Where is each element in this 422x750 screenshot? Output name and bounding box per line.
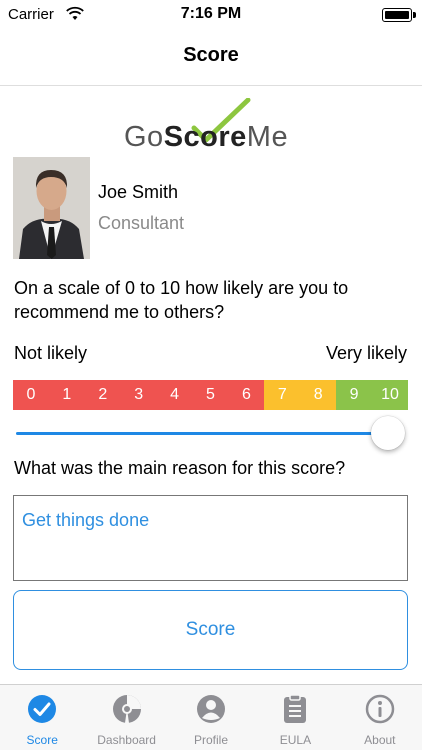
goscoreme-logo: GoScoreMe xyxy=(124,98,299,154)
score-slider[interactable] xyxy=(16,416,406,452)
scale-cell-1: 1 xyxy=(48,380,85,410)
scale-high-label: Very likely xyxy=(325,343,407,363)
tab-label: Score xyxy=(26,733,58,747)
tab-label: Profile xyxy=(194,733,229,747)
dashboard-pie-icon xyxy=(112,695,141,723)
navigation-bar: Score xyxy=(0,30,422,86)
tab-eula[interactable]: EULA xyxy=(253,685,337,750)
tab-about[interactable]: About xyxy=(338,685,422,750)
scale-cell-4: 4 xyxy=(156,380,193,410)
score-scale: 0 1 2 3 4 5 6 7 8 9 10 xyxy=(13,380,408,410)
status-time: 7:16 PM xyxy=(180,5,242,22)
scale-cell-9: 9 xyxy=(336,380,373,410)
status-bar: Carrier 7:16 PM xyxy=(0,0,422,30)
tab-label: Dashboard xyxy=(97,733,156,747)
reason-question: What was the main reason for this score? xyxy=(14,458,346,478)
scale-cell-10: 10 xyxy=(372,380,408,410)
scale-cell-2: 2 xyxy=(84,380,121,410)
page-title: Score xyxy=(183,44,239,66)
score-button[interactable]: Score xyxy=(13,590,408,670)
profile-person-icon xyxy=(197,695,226,723)
reason-input-value: Get things done xyxy=(22,510,150,530)
scale-cell-7: 7 xyxy=(264,380,301,410)
clipboard-icon xyxy=(284,694,307,723)
avatar xyxy=(13,157,90,259)
tab-bar: Score Dashboard Profile EULA About xyxy=(0,684,422,750)
slider-track[interactable] xyxy=(16,432,388,435)
tab-score[interactable]: Score xyxy=(0,685,84,750)
battery-icon xyxy=(382,8,416,22)
logo-wordmark: GoScoreMe xyxy=(124,121,289,153)
slider-thumb[interactable] xyxy=(371,416,405,450)
info-icon xyxy=(365,694,395,724)
tab-dashboard[interactable]: Dashboard xyxy=(84,685,168,750)
scale-cell-6: 6 xyxy=(228,380,265,410)
tab-profile[interactable]: Profile xyxy=(169,685,253,750)
profile-role: Consultant xyxy=(98,213,185,233)
scale-cell-8: 8 xyxy=(300,380,337,410)
check-circle-icon xyxy=(28,695,57,723)
scale-cell-5: 5 xyxy=(192,380,229,410)
tab-label: About xyxy=(364,733,396,747)
tab-label: EULA xyxy=(279,733,312,747)
reason-input[interactable]: Get things done xyxy=(13,495,408,581)
scale-cell-0: 0 xyxy=(13,380,49,410)
scale-low-label: Not likely xyxy=(14,343,88,363)
scale-cell-3: 3 xyxy=(120,380,157,410)
profile-name: Joe Smith xyxy=(98,182,179,202)
avatar-photo xyxy=(13,157,90,259)
nps-question: On a scale of 0 to 10 how likely are you… xyxy=(14,278,349,322)
